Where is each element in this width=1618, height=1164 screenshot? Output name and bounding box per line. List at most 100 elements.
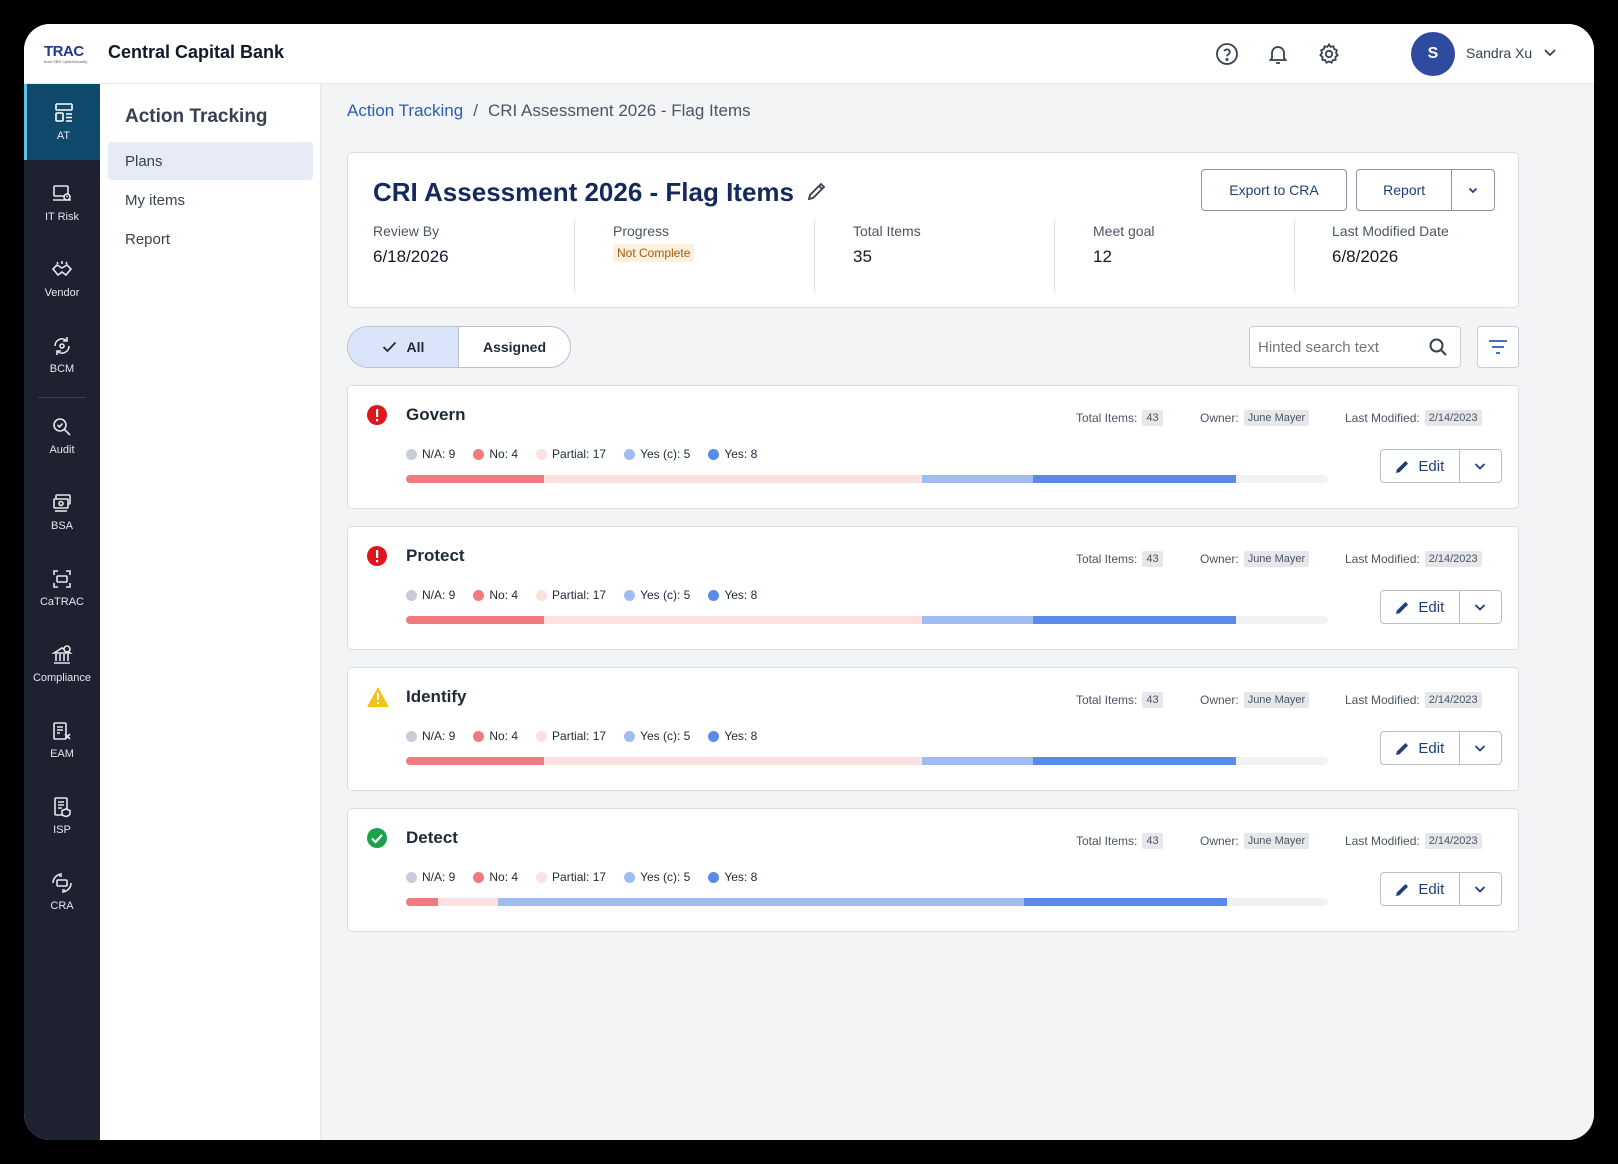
subnav-item-my-items[interactable]: My items bbox=[108, 181, 313, 219]
legend-dot bbox=[624, 730, 636, 742]
compliance-icon bbox=[51, 645, 73, 664]
chevron-down-icon[interactable] bbox=[1542, 44, 1558, 65]
edit-split-button: Edit bbox=[1380, 731, 1502, 765]
modified-chip: 2/14/2023 bbox=[1424, 692, 1482, 708]
bell-icon[interactable] bbox=[1265, 41, 1291, 67]
breadcrumb-separator: / bbox=[473, 101, 478, 120]
stat-divider bbox=[814, 221, 815, 291]
meta-label: Total Items: bbox=[1076, 834, 1138, 848]
edit-button[interactable]: Edit bbox=[1381, 873, 1460, 905]
legend-label: Partial: 17 bbox=[552, 588, 607, 602]
breadcrumb-link[interactable]: Action Tracking bbox=[347, 101, 463, 121]
search-input[interactable] bbox=[1258, 327, 1423, 367]
legend-item: Yes (c): 5 bbox=[624, 870, 690, 884]
rail-item-isp[interactable]: ISP bbox=[24, 778, 100, 854]
legend-label: Yes: 8 bbox=[724, 447, 758, 461]
legend-label: Yes (c): 5 bbox=[640, 870, 691, 884]
user-avatar[interactable]: S bbox=[1411, 32, 1455, 76]
progress-segment-yes-c bbox=[922, 616, 1033, 624]
legend-item: Yes (c): 5 bbox=[624, 729, 690, 743]
subnav-item-report[interactable]: Report bbox=[108, 220, 313, 258]
edit-button[interactable]: Edit bbox=[1381, 732, 1460, 764]
stat-meet-goal: Meet goal 12 bbox=[1093, 223, 1154, 293]
legend-dot bbox=[536, 448, 548, 460]
rail-label: CaTRAC bbox=[39, 596, 84, 608]
legend-dot bbox=[708, 589, 720, 601]
rail-item-vendor[interactable]: Vendor bbox=[24, 241, 100, 317]
edit-button[interactable]: Edit bbox=[1381, 591, 1460, 623]
legend-label: Yes (c): 5 bbox=[640, 447, 691, 461]
owner-meta: Owner: June Mayer bbox=[1200, 551, 1310, 567]
progress-segment-partial bbox=[438, 898, 498, 906]
legend-dot bbox=[536, 871, 548, 883]
chevron-down-icon bbox=[1475, 745, 1486, 752]
modified-meta: Last Modified: 2/14/2023 bbox=[1345, 692, 1482, 708]
rail-item-it-risk[interactable]: IT Risk bbox=[24, 165, 100, 241]
logo-text: TRAC bbox=[44, 43, 84, 60]
edit-dropdown[interactable] bbox=[1460, 873, 1501, 905]
gear-icon[interactable] bbox=[1316, 41, 1342, 67]
edit-label: Edit bbox=[1418, 598, 1445, 616]
legend-item: Yes: 8 bbox=[708, 729, 757, 743]
rail-item-compliance[interactable]: Compliance bbox=[24, 626, 100, 702]
stat-label: Total Items bbox=[853, 223, 921, 239]
legend-label: Yes (c): 5 bbox=[640, 588, 691, 602]
modified-meta: Last Modified: 2/14/2023 bbox=[1345, 551, 1482, 567]
stat-progress: Progress Not Complete bbox=[613, 223, 695, 293]
rail-item-bcm[interactable]: BCM bbox=[24, 317, 100, 393]
export-to-cra-button[interactable]: Export to CRA bbox=[1201, 169, 1347, 211]
edit-button[interactable]: Edit bbox=[1381, 450, 1460, 482]
breadcrumb: Action Tracking / CRI Assessment 2026 - … bbox=[347, 101, 751, 121]
filter-button[interactable] bbox=[1477, 326, 1519, 368]
progress-segment-no bbox=[406, 757, 544, 765]
chevron-down-icon bbox=[1475, 604, 1486, 611]
filter-icon bbox=[1489, 340, 1507, 354]
rail-item-cra[interactable]: CRA bbox=[24, 854, 100, 930]
edit-dropdown[interactable] bbox=[1460, 591, 1501, 623]
meta-label: Total Items: bbox=[1076, 411, 1138, 425]
edit-dropdown[interactable] bbox=[1460, 732, 1501, 764]
logo-subtext: from SBS CyberSecurity bbox=[44, 59, 88, 64]
rail-item-at[interactable]: AT bbox=[24, 84, 100, 160]
cra-icon bbox=[52, 873, 72, 893]
rail-item-catrac[interactable]: CaTRAC bbox=[24, 550, 100, 626]
progress-bar bbox=[406, 475, 1328, 483]
subnav-item-plans[interactable]: Plans bbox=[108, 142, 313, 180]
user-name[interactable]: Sandra Xu bbox=[1466, 45, 1532, 61]
stat-label: Progress bbox=[613, 223, 670, 239]
meta-label: Owner: bbox=[1200, 411, 1239, 425]
pencil-icon[interactable] bbox=[806, 180, 828, 207]
plan-header-card: CRI Assessment 2026 - Flag Items Export … bbox=[347, 152, 1519, 308]
legend-label: No: 4 bbox=[489, 870, 519, 884]
search-icon[interactable] bbox=[1428, 337, 1448, 362]
report-dropdown[interactable] bbox=[1452, 184, 1494, 196]
rail-label: AT bbox=[56, 130, 71, 142]
rail-item-audit[interactable]: Audit bbox=[24, 398, 100, 474]
rail-item-bsa[interactable]: BSA bbox=[24, 474, 100, 550]
edit-dropdown[interactable] bbox=[1460, 450, 1501, 482]
bcm-icon bbox=[54, 337, 70, 355]
rail-label: ISP bbox=[53, 824, 71, 836]
legend-item: N/A: 9 bbox=[406, 588, 455, 602]
help-icon[interactable] bbox=[1214, 41, 1240, 67]
legend-dot bbox=[473, 589, 485, 601]
progress-segment-no bbox=[406, 898, 438, 906]
legend-dot bbox=[406, 871, 417, 883]
error-icon bbox=[366, 404, 388, 431]
filter-assigned-button[interactable]: Assigned bbox=[459, 327, 570, 367]
owner-chip: June Mayer bbox=[1243, 833, 1310, 849]
stat-value: 12 bbox=[1093, 247, 1112, 266]
edit-label: Edit bbox=[1418, 739, 1445, 757]
filter-all-button[interactable]: All bbox=[348, 327, 459, 367]
trac-logo[interactable]: TRAC from SBS CyberSecurity bbox=[44, 44, 87, 64]
rail-item-eam[interactable]: EAM bbox=[24, 702, 100, 778]
progress-segment-no bbox=[406, 616, 544, 624]
report-button[interactable]: Report bbox=[1357, 170, 1453, 210]
legend-label: N/A: 9 bbox=[422, 447, 456, 461]
function-name: Detect bbox=[406, 828, 458, 847]
owner-meta: Owner: June Mayer bbox=[1200, 692, 1310, 708]
legend-dot bbox=[473, 871, 485, 883]
progress-segment-yes-c bbox=[498, 898, 1024, 906]
total-items-chip: 43 bbox=[1142, 551, 1163, 567]
legend-label: Partial: 17 bbox=[552, 447, 607, 461]
